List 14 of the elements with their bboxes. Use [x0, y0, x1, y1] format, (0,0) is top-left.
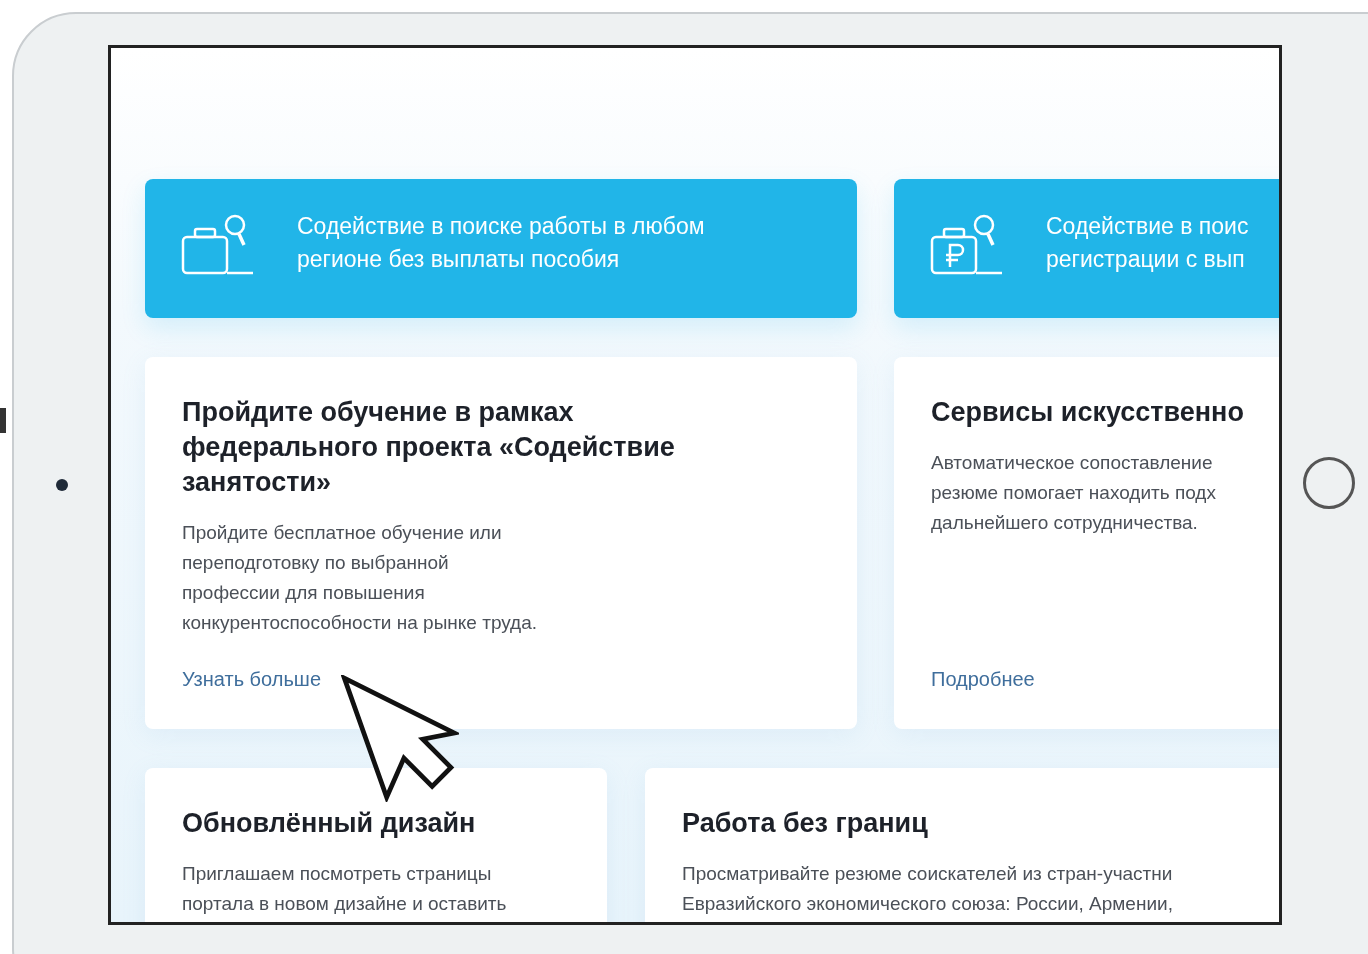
- card-description: Приглашаем посмотреть страницы портала в новом дизайне и оставить: [182, 862, 507, 916]
- card-title: Работа без границ: [682, 807, 928, 840]
- service-card-text: Содействие в поис регистрации с вып: [1046, 211, 1249, 274]
- more-link[interactable]: Узнать больше: [182, 668, 321, 691]
- card-title: Сервисы искусственно: [931, 396, 1244, 429]
- card-title: Обновлённый дизайн: [182, 807, 476, 840]
- ruble-briefcase-icon: [930, 212, 1004, 277]
- card-description: Пройдите бесплатное обучение или переподготовку по выбранной профессии для повышения конкурентоспособности на рынке труда.: [182, 521, 538, 635]
- card-description: Просматривайте резюме соискателей из стран-участни Евразийского экономического союза: России, Армении,: [682, 862, 1173, 916]
- more-link[interactable]: Подробнее: [931, 668, 1035, 691]
- card-title: Пройдите обучение в рамках федерального проекта «Содействие занятости»: [182, 396, 675, 499]
- card-description: Автоматическое сопоставление резюме помогает находить подх дальнейшего сотрудничества.: [931, 451, 1216, 535]
- briefcase-search-icon: [181, 212, 255, 277]
- service-card-text: Содействие в поиске работы в любом регионе без выплаты пособия: [297, 211, 705, 274]
